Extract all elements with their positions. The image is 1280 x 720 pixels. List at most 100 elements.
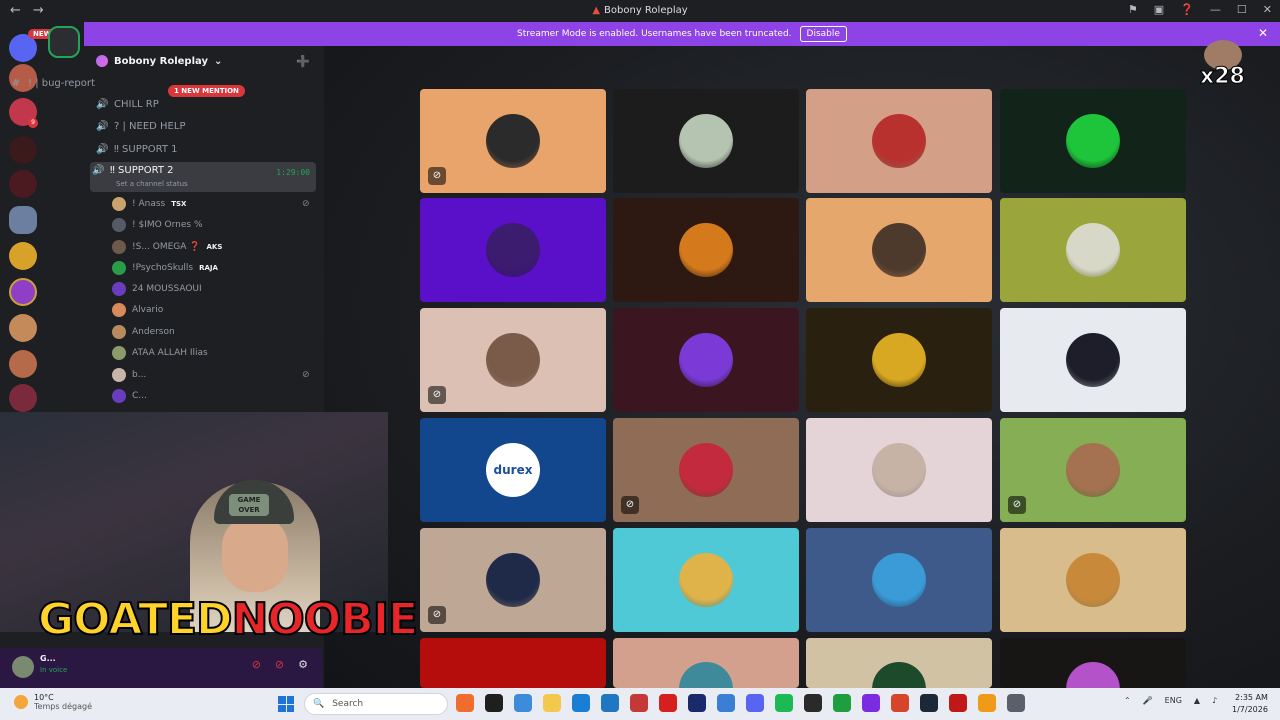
participant-tile[interactable]: ⊘ [420,528,606,632]
wifi-icon[interactable]: ▲ [1194,696,1200,705]
avatar [486,223,540,277]
participant-tile[interactable] [1000,528,1186,632]
taskbar-app-icon[interactable] [746,694,764,712]
taskbar-app-icon[interactable] [775,694,793,712]
taskbar-app-icon[interactable] [833,694,851,712]
member-name: ! $IMO Ornes % [132,220,203,230]
participant-tile[interactable] [806,638,992,688]
language-indicator[interactable]: ENG [1165,696,1182,705]
channel-support-2[interactable]: 🔊 ‼ SUPPORT 2 1:29:00 Set a channel stat… [90,162,316,192]
search-input[interactable]: 🔍 Search [304,693,448,715]
voice-member[interactable]: Anderson [112,323,175,341]
avatar[interactable] [12,656,34,678]
participant-tile[interactable] [420,198,606,302]
server-icon-6[interactable] [9,242,37,270]
system-clock[interactable]: 2:35 AM 1/7/2026 [1232,692,1268,716]
participant-tile[interactable] [1000,638,1186,688]
server-icon-8[interactable] [9,314,37,342]
weather-widget[interactable]: 10°C Temps dégagé [14,693,92,711]
monitor-icon[interactable]: ▣ [1154,3,1164,16]
taskbar-app-icon[interactable] [891,694,909,712]
participant-tile[interactable] [806,418,992,522]
server-icon-7[interactable] [9,278,37,306]
participant-tile[interactable]: ⊘ [420,89,606,193]
participant-tile[interactable]: ⊘ [420,308,606,412]
server-icon-4[interactable] [9,170,37,198]
member-role: RAJA [199,264,218,272]
participant-tile[interactable] [613,308,799,412]
voice-member[interactable]: ! Anass TSX ⊘ [112,195,310,213]
participant-tile[interactable]: durex [420,418,606,522]
taskbar-app-icon[interactable] [514,694,532,712]
avatar [679,662,733,688]
participant-tile[interactable] [613,89,799,193]
taskbar-app-icon[interactable] [485,694,503,712]
window-title: ▲ Bobony Roleplay [0,5,1280,16]
participant-tile[interactable] [806,528,992,632]
participant-tile[interactable] [613,198,799,302]
taskbar-app-icon[interactable] [920,694,938,712]
disable-button[interactable]: Disable [799,26,847,42]
inbox-icon[interactable]: ⚑ [1128,3,1138,16]
server-avatar-icon [96,55,108,67]
participant-tile[interactable] [613,638,799,688]
taskbar-app-icon[interactable] [601,694,619,712]
deafen-icon[interactable]: ⊘ [275,658,284,671]
voice-member[interactable]: ! $IMO Ornes % [112,216,203,234]
help-icon[interactable]: ❓ [1180,3,1194,16]
voice-member[interactable]: !S... OMEGA ❓ AKS [112,238,222,256]
selected-server-icon[interactable] [48,26,80,58]
voice-member[interactable]: 24 MOUSSAOUI [112,280,202,298]
participant-tile[interactable] [420,638,606,688]
participant-tile[interactable]: ⊘ [1000,418,1186,522]
taskbar-app-icon[interactable] [456,694,474,712]
participant-tile[interactable] [613,528,799,632]
server-icon-3[interactable] [9,136,37,164]
channel-chill-rp[interactable]: 🔊 CHILL RP [94,94,320,114]
taskbar-app-icon[interactable] [659,694,677,712]
channel-support-1[interactable]: 🔊 ‼ SUPPORT 1 [94,139,320,159]
participant-tile[interactable] [806,89,992,193]
selected-server[interactable] [48,26,82,62]
taskbar-app-icon[interactable] [1007,694,1025,712]
taskbar-app-icon[interactable] [717,694,735,712]
participant-tile[interactable] [806,198,992,302]
participant-tile[interactable]: ⊘ [613,418,799,522]
chevron-up-icon[interactable]: ⌃ [1124,696,1131,705]
channel-need-help[interactable]: 🔊 ? | NEED HELP [94,116,320,136]
mute-mic-icon[interactable]: ⊘ [252,658,261,671]
voice-member[interactable]: ATAA ALLAH Ilias [112,344,208,362]
microphone-icon[interactable]: 🎤 [1143,696,1153,705]
close-icon[interactable]: ✕ [1263,3,1272,16]
server-icon-9[interactable] [9,350,37,378]
participant-tile[interactable] [1000,308,1186,412]
taskbar-app-icon[interactable] [630,694,648,712]
taskbar-app-icon[interactable] [688,694,706,712]
server-header[interactable]: Bobony Roleplay ⌄ ➕ [86,46,324,76]
channel-name: ! | bug-report [28,77,95,89]
taskbar-app-icon[interactable] [804,694,822,712]
maximize-icon[interactable]: ☐ [1237,3,1247,16]
gear-icon[interactable]: ⚙ [298,658,308,671]
server-icon-5[interactable] [9,206,37,234]
voice-member[interactable]: !PsychoSkulls RAJA [112,259,218,277]
banner-close-icon[interactable]: ✕ [1258,26,1268,40]
participant-tile[interactable] [1000,89,1186,193]
voice-member[interactable]: Alvario [112,301,163,319]
window-controls: ⚑ ▣ ❓ — ☐ ✕ [1128,3,1272,16]
server-icon-10[interactable] [9,384,37,412]
voice-member[interactable]: C... [112,387,147,405]
channel-status[interactable]: Set a channel status [116,180,188,188]
start-button[interactable] [278,696,294,712]
taskbar-app-icon[interactable] [543,694,561,712]
participant-tile[interactable] [806,308,992,412]
minimize-icon[interactable]: — [1210,3,1221,16]
taskbar-app-icon[interactable] [949,694,967,712]
invite-user-icon[interactable]: ➕ [296,55,310,68]
taskbar-app-icon[interactable] [572,694,590,712]
voice-member[interactable]: b... ⊘ [112,366,310,384]
taskbar-app-icon[interactable] [978,694,996,712]
volume-icon[interactable]: ♪ [1212,696,1217,705]
participant-tile[interactable] [1000,198,1186,302]
taskbar-app-icon[interactable] [862,694,880,712]
